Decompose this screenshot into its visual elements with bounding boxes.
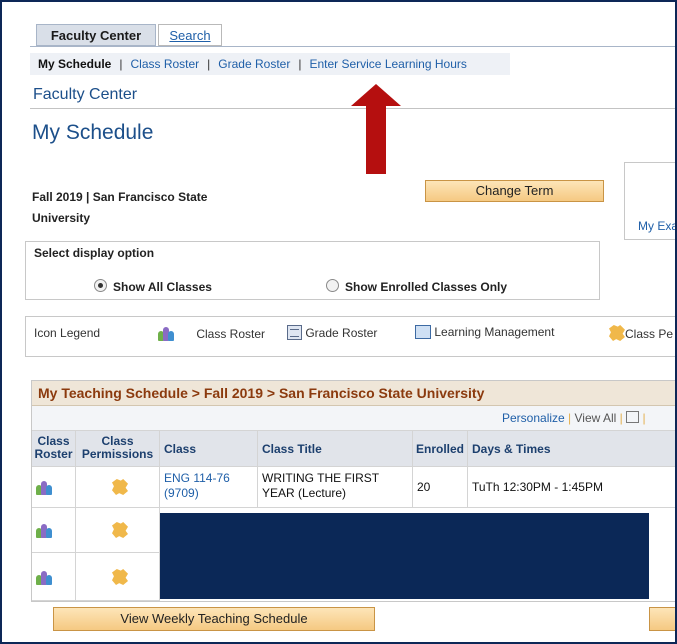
legend-class-roster-label: Class Roster [196, 327, 266, 341]
radio-show-all-classes[interactable] [94, 279, 107, 292]
toolbar-links: Personalize | View All | | [502, 411, 646, 425]
row1-class-number[interactable]: (9709) [164, 486, 257, 501]
legend-grade-roster-label: Grade Roster [305, 326, 378, 340]
col-class-roster-line2: Roster [34, 447, 73, 461]
class-roster-icon[interactable] [36, 522, 52, 538]
subnav-separator: | [119, 57, 123, 71]
learning-management-icon [415, 325, 431, 339]
class-permissions-icon[interactable] [112, 479, 128, 495]
toolbar-separator: | [568, 411, 572, 425]
schedule-title-bar: My Teaching Schedule > Fall 2019 > San F… [32, 381, 675, 406]
legend-class-permissions: Class Pe [609, 325, 673, 341]
subnav-grade-roster[interactable]: Grade Roster [218, 57, 290, 71]
show-all-classes-label: Show All Classes [113, 280, 212, 294]
secondary-button[interactable] [649, 607, 675, 631]
show-enrolled-classes-label: Show Enrolled Classes Only [345, 280, 508, 294]
schedule-title: My Teaching Schedule > Fall 2019 > San F… [38, 385, 485, 401]
col-class-title: Class Title [258, 431, 413, 467]
col-class-permissions: Class Permissions [76, 431, 160, 467]
class-roster-icon[interactable] [36, 479, 52, 495]
row1-class-link[interactable]: ENG 114-76 [164, 471, 257, 486]
class-roster-icon [158, 325, 174, 341]
sub-navigation: My Schedule | Class Roster | Grade Roster | En… [30, 53, 510, 75]
redaction-block [160, 513, 649, 599]
tab-underline [30, 46, 675, 47]
col-class: Class [160, 431, 258, 467]
subnav-class-roster[interactable]: Class Roster [130, 57, 199, 71]
right-panel: My Exa [624, 162, 675, 240]
show-enrolled-classes-option[interactable]: Show Enrolled Classes Only [326, 279, 507, 294]
row1-class-permissions [76, 467, 160, 508]
display-option-title: Select display option [34, 246, 155, 260]
icon-legend-title: Icon Legend [34, 326, 101, 340]
icon-legend: Icon Legend Class Roster Grade Roster Le… [25, 316, 675, 357]
class-roster-icon[interactable] [36, 569, 52, 585]
schedule-toolbar: Personalize | View All | | [32, 406, 675, 431]
row1-class-title-line1: WRITING THE FIRST [262, 471, 380, 485]
view-weekly-teaching-schedule-button[interactable]: View Weekly Teaching Schedule [53, 607, 375, 631]
show-all-classes-option[interactable]: Show All Classes [94, 279, 212, 294]
section-divider [30, 108, 675, 109]
toolbar-separator: | [619, 411, 623, 425]
subnav-separator: | [207, 57, 211, 71]
change-term-button[interactable]: Change Term [425, 180, 604, 202]
col-days-times: Days & Times [468, 431, 675, 467]
row1-class-roster [32, 467, 76, 508]
row1-class-title-line2: YEAR (Lecture) [262, 486, 347, 500]
term-label-line2: University [32, 211, 91, 225]
class-permissions-icon [609, 325, 625, 341]
row2-class-roster [32, 508, 76, 553]
col-class-permissions-line2: Permissions [81, 447, 154, 461]
tab-faculty-center[interactable]: Faculty Center [36, 24, 156, 46]
legend-class-roster: Class Roster [158, 325, 265, 341]
legend-grade-roster: Grade Roster [287, 325, 377, 340]
term-label-line1: Fall 2019 | San Francisco State [32, 190, 208, 204]
page-frame: Faculty Center Search My Schedule | Class … [0, 0, 677, 644]
right-panel-link[interactable]: My Exa [638, 219, 675, 233]
row3-class-roster [32, 553, 76, 601]
subnav-separator: | [298, 57, 302, 71]
col-enrolled: Enrolled [413, 431, 468, 467]
row1-class-title: WRITING THE FIRST YEAR (Lecture) [258, 467, 413, 508]
annotation-arrow-shaft [366, 100, 386, 174]
page-title: My Schedule [32, 121, 154, 144]
personalize-link[interactable]: Personalize [502, 411, 565, 425]
grade-roster-icon [287, 325, 302, 340]
class-permissions-icon[interactable] [112, 522, 128, 538]
radio-show-enrolled-classes[interactable] [326, 279, 339, 292]
new-window-icon[interactable] [626, 411, 640, 423]
tab-search[interactable]: Search [158, 24, 222, 46]
legend-learning-management-label: Learning Management [434, 325, 555, 339]
subnav-enter-service-learning-hours[interactable]: Enter Service Learning Hours [309, 57, 466, 71]
legend-class-permissions-label: Class Pe [625, 327, 674, 341]
row1-days-times: TuTh 12:30PM - 1:45PM [468, 467, 675, 508]
view-all-link[interactable]: View All [575, 411, 617, 425]
display-option-box: Select display option Show All Classes S… [25, 241, 600, 300]
legend-learning-management: Learning Management [415, 325, 554, 339]
section-title: Faculty Center [33, 86, 138, 103]
row2-class-permissions [76, 508, 160, 553]
row1-enrolled: 20 [413, 467, 468, 508]
row3-class-permissions [76, 553, 160, 601]
row1-class: ENG 114-76 (9709) [160, 467, 258, 508]
col-class-roster: Class Roster [32, 431, 76, 467]
toolbar-separator: | [642, 411, 646, 425]
subnav-my-schedule[interactable]: My Schedule [38, 57, 111, 71]
class-permissions-icon[interactable] [112, 569, 128, 585]
